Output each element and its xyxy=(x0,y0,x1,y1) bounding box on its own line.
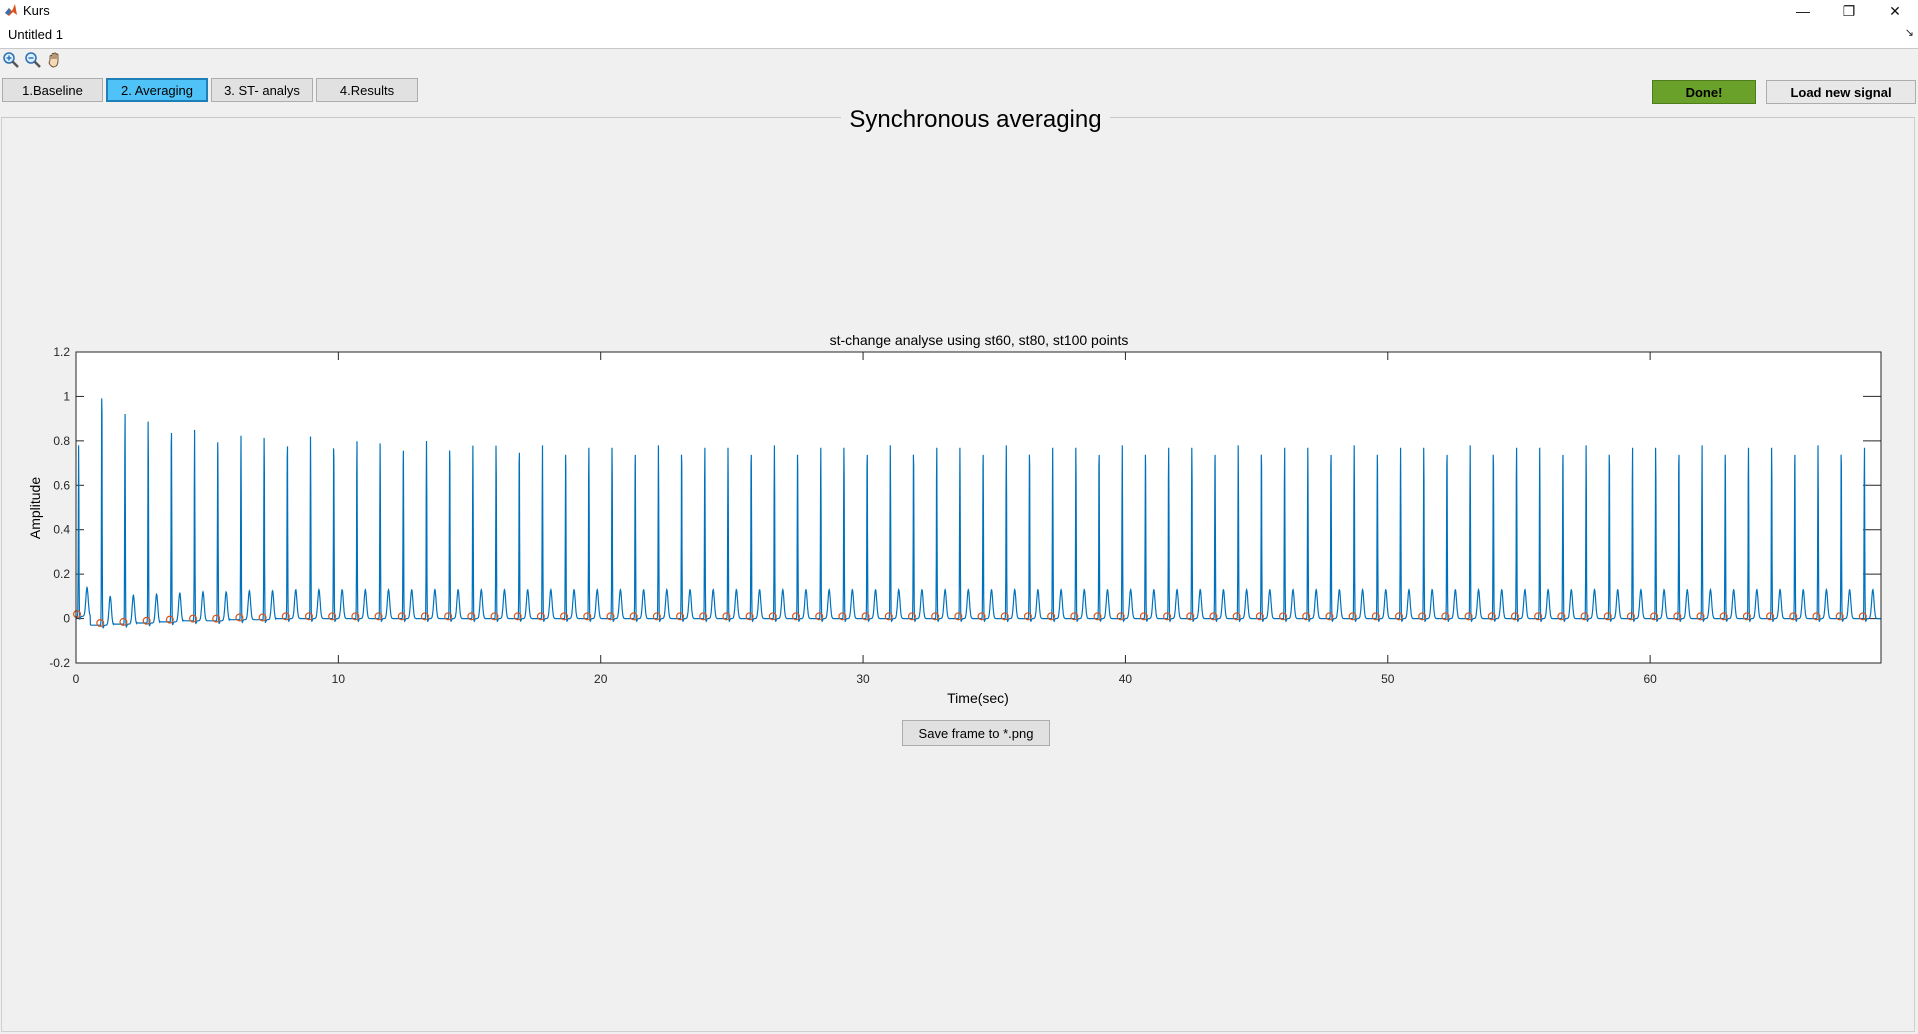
x-tick-label: 10 xyxy=(332,672,346,686)
window-title: Kurs xyxy=(23,3,50,18)
x-tick-label: 30 xyxy=(856,672,870,686)
x-tick-label: 60 xyxy=(1643,672,1657,686)
x-tick-label: 40 xyxy=(1119,672,1133,686)
y-tick-label: 0.4 xyxy=(53,523,70,537)
figure-toolbar xyxy=(0,49,1918,71)
y-tick-label: -0.2 xyxy=(49,656,70,670)
chart-title: st-change analyse using st60, st80, st10… xyxy=(830,332,1129,348)
zoom-out-icon[interactable] xyxy=(24,51,42,69)
pan-hand-icon[interactable] xyxy=(46,51,64,69)
load-new-signal-button[interactable]: Load new signal xyxy=(1766,80,1916,104)
x-tick-label: 0 xyxy=(73,672,80,686)
st-change-chart[interactable]: st-change analyse using st60, st80, st10… xyxy=(0,330,1918,716)
close-button[interactable]: ✕ xyxy=(1872,0,1918,22)
done-button[interactable]: Done! xyxy=(1652,80,1756,104)
y-axis-label: Amplitude xyxy=(27,477,43,539)
window-titlebar: Kurs — ❐ ✕ xyxy=(0,0,1918,22)
y-tick-label: 0.8 xyxy=(53,434,70,448)
tab-averaging[interactable]: 2. Averaging xyxy=(106,78,208,102)
y-tick-label: 0.6 xyxy=(53,478,70,492)
save-frame-button[interactable]: Save frame to *.png xyxy=(902,720,1050,746)
y-tick-label: 1 xyxy=(63,389,70,403)
document-name: Untitled 1 xyxy=(8,27,63,42)
zoom-in-icon[interactable] xyxy=(2,51,20,69)
y-tick-label: 0 xyxy=(63,612,70,626)
dock-arrow-icon[interactable]: ↘ xyxy=(1905,26,1914,39)
tab-results[interactable]: 4.Results xyxy=(316,78,418,102)
x-axis-label: Time(sec) xyxy=(947,690,1009,706)
y-tick-label: 0.2 xyxy=(53,567,70,581)
document-bar: Untitled 1 ↘ xyxy=(0,22,1918,49)
x-tick-label: 20 xyxy=(594,672,608,686)
panel-title: Synchronous averaging xyxy=(848,106,1103,134)
matlab-logo-icon xyxy=(5,4,17,16)
restore-button[interactable]: ❐ xyxy=(1826,0,1872,22)
tab-baseline[interactable]: 1.Baseline xyxy=(2,78,103,102)
y-tick-label: 1.2 xyxy=(53,345,70,359)
x-tick-label: 50 xyxy=(1381,672,1395,686)
minimize-button[interactable]: — xyxy=(1780,0,1826,22)
tab-st-analys[interactable]: 3. ST- analys xyxy=(211,78,313,102)
